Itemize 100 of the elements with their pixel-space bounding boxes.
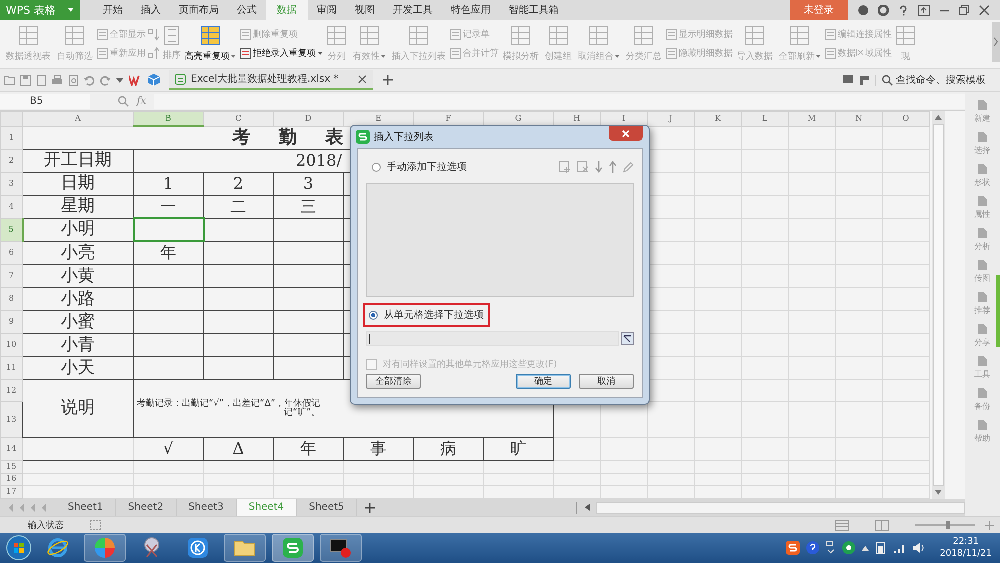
caret-up-icon[interactable] (862, 546, 870, 550)
ribbon-tab[interactable]: 公式 (228, 0, 266, 20)
ribbon-tab[interactable]: 插入 (132, 0, 170, 20)
row-header[interactable]: 13 (0, 402, 22, 438)
row-header[interactable]: 9 (0, 310, 22, 334)
column-header[interactable]: I (600, 112, 648, 126)
column-header[interactable]: D (274, 112, 344, 126)
start-orb-icon[interactable] (6, 535, 32, 561)
ribbon-tab[interactable]: 审阅 (308, 0, 346, 20)
redo-icon[interactable] (100, 74, 111, 86)
close-icon[interactable] (358, 74, 367, 84)
zoom-in-icon[interactable] (985, 520, 994, 530)
row-header[interactable]: 10 (0, 334, 22, 357)
column-header[interactable]: G (484, 112, 554, 126)
caret-icon[interactable] (116, 78, 124, 82)
signal-icon[interactable] (893, 542, 906, 554)
ribbon-tab[interactable]: 页面布局 (170, 0, 228, 20)
scroll-down-icon[interactable] (935, 490, 942, 495)
ribbon-button[interactable]: 高亮重复项 (183, 20, 238, 68)
cell-range-field[interactable] (366, 331, 619, 346)
ribbon-tab[interactable]: 数据 (266, 0, 308, 20)
row-header[interactable]: 15 (0, 460, 22, 474)
delete-item-icon[interactable] (577, 161, 589, 173)
cube-icon[interactable] (148, 74, 160, 86)
restore-icon[interactable] (959, 4, 970, 16)
column-header[interactable]: C (204, 112, 274, 126)
selected-cell[interactable] (134, 218, 204, 242)
scroll-right-icon[interactable] (992, 22, 1000, 62)
ribbon-tab[interactable]: 视图 (346, 0, 384, 20)
page-view-icon[interactable] (875, 520, 889, 530)
range-select-icon[interactable] (621, 332, 634, 345)
sogou-s-icon[interactable] (786, 541, 800, 555)
pencil-icon[interactable] (623, 162, 634, 172)
ribbon-button[interactable]: 拒绝录入重复项 (240, 47, 323, 60)
row-header[interactable]: 3 (0, 172, 22, 196)
side-panel-button[interactable]: 推荐 (974, 292, 990, 316)
row-header[interactable]: 4 (0, 195, 22, 218)
column-header[interactable]: L (742, 112, 788, 126)
column-header[interactable]: O (882, 112, 930, 126)
fx-label[interactable]: fx (137, 96, 146, 106)
name-box[interactable]: B5 (0, 94, 90, 108)
row-header[interactable]: 7 (0, 264, 22, 288)
grid-icon[interactable] (90, 520, 101, 530)
speaker-icon[interactable] (912, 542, 926, 554)
column-header[interactable]: A (22, 112, 134, 126)
command-search-field[interactable]: 查找命令、搜索模板 (875, 74, 996, 86)
ribbon-tab[interactable]: 开始 (94, 0, 132, 20)
wps-s-icon[interactable] (282, 537, 304, 559)
row-header[interactable]: 16 (0, 473, 22, 486)
scroll-left-icon[interactable] (585, 504, 590, 511)
normal-view-icon[interactable] (835, 520, 849, 530)
battery-icon[interactable] (875, 541, 888, 555)
new-tab-icon[interactable] (382, 74, 394, 86)
preview-icon[interactable] (68, 74, 79, 86)
add-sheet-icon[interactable] (365, 502, 376, 512)
close-icon[interactable] (979, 4, 990, 16)
pinwheel-icon[interactable] (94, 537, 116, 559)
arrow-up-icon[interactable] (609, 161, 617, 173)
row-header[interactable]: 11 (0, 356, 22, 380)
app-menu-button[interactable]: WPS 表格 (0, 0, 80, 20)
sheet-tab[interactable]: Sheet4 (236, 499, 298, 516)
scroll-up-icon[interactable] (935, 115, 942, 120)
close-button[interactable] (609, 126, 643, 141)
panel-handle[interactable] (996, 275, 1000, 347)
column-header[interactable]: J (648, 112, 694, 126)
add-item-icon[interactable] (559, 161, 571, 173)
login-button[interactable]: 未登录 (790, 0, 848, 20)
column-header[interactable]: K (694, 112, 742, 126)
sort-icon[interactable] (164, 26, 180, 46)
document-tab[interactable]: Excel大批量数据处理教程.xlsx * (169, 70, 373, 90)
row-header[interactable]: 17 (0, 486, 22, 498)
k-logo-icon[interactable] (187, 537, 209, 559)
dialog-button[interactable]: 确定 (516, 374, 571, 389)
radio-option[interactable]: 从单元格选择下拉选项 (363, 303, 490, 327)
dialog-button[interactable]: 全部清除 (366, 374, 421, 389)
ribbon-tab[interactable]: 特色应用 (442, 0, 500, 20)
vertical-scrollbar[interactable] (932, 111, 945, 499)
search-icon[interactable] (118, 96, 129, 106)
row-header[interactable]: 14 (0, 438, 22, 461)
side-panel-button[interactable]: 新建 (974, 100, 990, 124)
flag-icon[interactable] (859, 74, 870, 86)
row-header[interactable]: 5 (0, 218, 22, 242)
scroll-thumb[interactable] (933, 124, 944, 486)
side-panel-button[interactable]: 备份 (974, 388, 990, 412)
formula-input-field[interactable] (154, 94, 965, 108)
ribbon-tab[interactable]: 智能工具箱 (500, 0, 568, 20)
column-header[interactable]: E (344, 112, 414, 126)
row-header[interactable]: 12 (0, 380, 22, 402)
screen-record-icon[interactable] (330, 537, 352, 559)
side-panel-button[interactable]: 分析 (974, 228, 990, 252)
column-header[interactable]: M (788, 112, 836, 126)
side-panel-button[interactable]: 帮助 (974, 420, 990, 444)
column-header[interactable]: N (836, 112, 882, 126)
arrow-down-icon[interactable] (595, 161, 603, 173)
document-icon[interactable] (36, 74, 47, 86)
row-header[interactable]: 6 (0, 241, 22, 265)
sort-descending-icon[interactable] (148, 47, 160, 60)
row-header[interactable]: 2 (0, 149, 22, 172)
row-header[interactable]: 1 (0, 126, 22, 150)
undo-icon[interactable] (84, 74, 95, 86)
